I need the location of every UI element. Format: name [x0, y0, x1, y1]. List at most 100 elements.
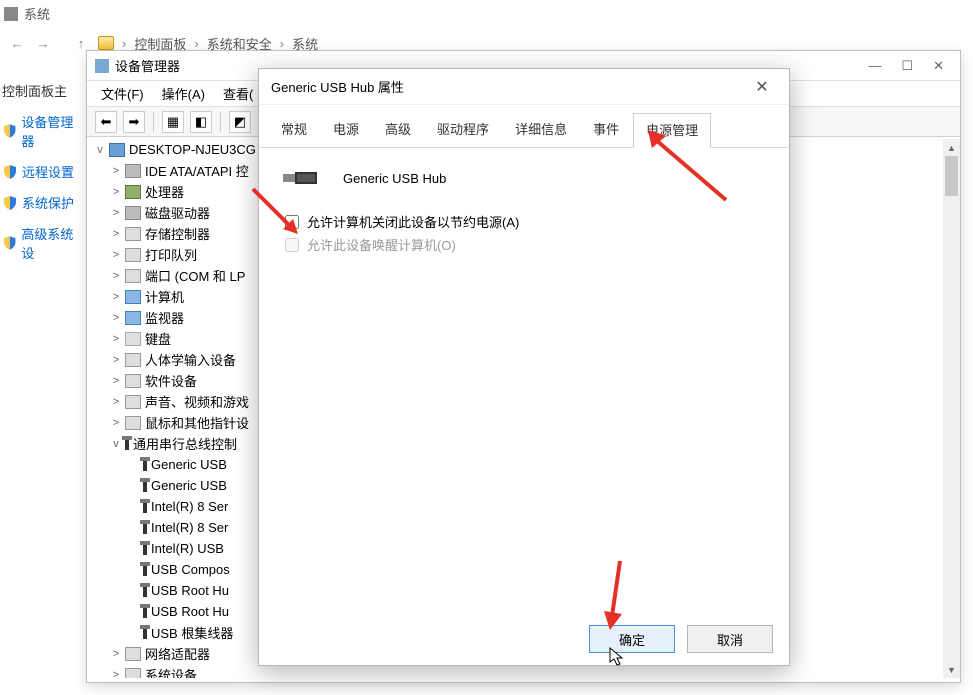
- device-icon: [125, 248, 141, 262]
- twisty-icon[interactable]: v: [95, 144, 105, 156]
- twisty-icon[interactable]: >: [111, 375, 121, 387]
- scroll-thumb[interactable]: [945, 156, 958, 196]
- tree-leaf[interactable]: Generic USB: [93, 454, 263, 475]
- tab-events[interactable]: 事件: [581, 113, 631, 147]
- maximize-icon[interactable]: ☐: [901, 58, 913, 74]
- device-tree[interactable]: v DESKTOP-NJEU3CG >IDE ATA/ATAPI 控>处理器>磁…: [93, 139, 263, 678]
- ok-button[interactable]: 确定: [589, 625, 675, 653]
- tree-label: USB Root Hu: [151, 583, 229, 598]
- tree-label: 人体学输入设备: [145, 350, 236, 369]
- sidebar-item-home[interactable]: 控制面板主: [0, 75, 86, 106]
- twisty-icon[interactable]: >: [111, 396, 121, 408]
- twisty-icon[interactable]: >: [111, 270, 121, 282]
- tree-leaf[interactable]: USB Root Hu: [93, 601, 263, 622]
- tree-leaf[interactable]: USB Root Hu: [93, 580, 263, 601]
- tree-node[interactable]: >端口 (COM 和 LP: [93, 265, 263, 286]
- tree-leaf[interactable]: Intel(R) USB: [93, 538, 263, 559]
- tb-back[interactable]: ⬅: [95, 111, 117, 133]
- tb-btn[interactable]: ◧: [190, 111, 212, 133]
- twisty-icon[interactable]: >: [111, 333, 121, 345]
- tree-leaf[interactable]: Intel(R) 8 Ser: [93, 496, 263, 517]
- tab-details[interactable]: 详细信息: [503, 113, 579, 147]
- twisty-icon[interactable]: >: [111, 648, 121, 660]
- nav-fwd-icon[interactable]: →: [34, 36, 52, 51]
- bread-sep: ›: [122, 36, 126, 51]
- device-icon: [125, 395, 141, 409]
- minimize-icon[interactable]: —: [868, 58, 881, 74]
- device-icon: [125, 353, 141, 367]
- twisty-icon[interactable]: v: [111, 438, 121, 450]
- tb-btn[interactable]: ▦: [162, 111, 184, 133]
- tree-leaf[interactable]: USB 根集线器: [93, 622, 263, 643]
- tree-node[interactable]: > 监视器: [93, 307, 263, 328]
- twisty-icon[interactable]: >: [111, 165, 121, 177]
- twisty-icon[interactable]: >: [111, 249, 121, 261]
- sidebar-item-remote[interactable]: 远程设置: [0, 156, 86, 187]
- scroll-down-icon[interactable]: ▼: [943, 661, 960, 678]
- tree-label: USB Root Hu: [151, 604, 229, 619]
- devmgr-icon: [95, 59, 109, 73]
- tree-node[interactable]: >软件设备: [93, 370, 263, 391]
- twisty-icon[interactable]: >: [111, 186, 121, 198]
- tab-driver[interactable]: 驱动程序: [425, 113, 501, 147]
- twisty-icon[interactable]: >: [111, 669, 121, 679]
- close-icon[interactable]: ✕: [747, 77, 777, 97]
- sidebar-item-advanced[interactable]: 高级系统设: [0, 218, 86, 268]
- menu-view[interactable]: 查看(: [223, 84, 253, 103]
- tree-label: 计算机: [145, 287, 184, 306]
- tree-node[interactable]: v通用串行总线控制: [93, 433, 263, 454]
- bread-sep: ›: [280, 36, 284, 51]
- checkbox-allow-off[interactable]: 允许计算机关闭此设备以节约电源(A): [285, 212, 771, 231]
- tree-node[interactable]: >打印队列: [93, 244, 263, 265]
- scrollbar[interactable]: ▲ ▼: [943, 139, 960, 678]
- menu-file[interactable]: 文件(F): [101, 84, 144, 103]
- twisty-icon[interactable]: >: [111, 207, 121, 219]
- tree-node[interactable]: >系统设备: [93, 664, 263, 678]
- twisty-icon[interactable]: >: [111, 354, 121, 366]
- device-name: Generic USB Hub: [343, 171, 446, 186]
- tree-node[interactable]: >网络适配器: [93, 643, 263, 664]
- dialog-title: Generic USB Hub 属性: [271, 77, 404, 96]
- close-icon[interactable]: ✕: [933, 58, 944, 74]
- menu-action[interactable]: 操作(A): [162, 84, 205, 103]
- tree-leaf[interactable]: Generic USB: [93, 475, 263, 496]
- tree-leaf[interactable]: USB Compos: [93, 559, 263, 580]
- tree-root[interactable]: v DESKTOP-NJEU3CG: [93, 139, 263, 160]
- twisty-icon[interactable]: >: [111, 417, 121, 429]
- twisty-icon[interactable]: >: [111, 228, 121, 240]
- tree-label: 监视器: [145, 308, 184, 327]
- tree-node[interactable]: > 计算机: [93, 286, 263, 307]
- sidebar-item-devmgr[interactable]: 设备管理器: [0, 106, 86, 156]
- tree-node[interactable]: >声音、视频和游戏: [93, 391, 263, 412]
- nav-up-icon[interactable]: ↑: [72, 36, 90, 51]
- tree-node[interactable]: >处理器: [93, 181, 263, 202]
- tree-node[interactable]: >存储控制器: [93, 223, 263, 244]
- tree-label: Intel(R) 8 Ser: [151, 520, 228, 535]
- usb-plug-icon: [283, 166, 319, 190]
- tree-node[interactable]: > 人体学输入设备: [93, 349, 263, 370]
- device-icon: [125, 311, 141, 325]
- cancel-button[interactable]: 取消: [687, 625, 773, 653]
- tree-node[interactable]: >磁盘驱动器: [93, 202, 263, 223]
- tree-leaf[interactable]: Intel(R) 8 Ser: [93, 517, 263, 538]
- tab-power[interactable]: 电源: [321, 113, 371, 147]
- tree-node[interactable]: >键盘: [93, 328, 263, 349]
- tab-power-mgmt[interactable]: 电源管理: [633, 113, 711, 148]
- dialog-titlebar: Generic USB Hub 属性 ✕: [259, 69, 789, 105]
- sidebar-item-protect[interactable]: 系统保护: [0, 187, 86, 218]
- checkbox-input[interactable]: [285, 215, 299, 229]
- twisty-icon[interactable]: >: [111, 291, 121, 303]
- usb-icon: [143, 543, 147, 555]
- tree-node[interactable]: >IDE ATA/ATAPI 控: [93, 160, 263, 181]
- cancel-label: 取消: [717, 630, 743, 649]
- twisty-icon[interactable]: >: [111, 312, 121, 324]
- system-sidebar: 控制面板主 设备管理器 远程设置 系统保护 高级系统设: [0, 75, 86, 268]
- tab-general[interactable]: 常规: [269, 113, 319, 147]
- scroll-up-icon[interactable]: ▲: [943, 139, 960, 156]
- tb-btn[interactable]: ◩: [229, 111, 251, 133]
- tree-node[interactable]: >鼠标和其他指针设: [93, 412, 263, 433]
- tab-advanced[interactable]: 高级: [373, 113, 423, 147]
- checkbox-allow-wake: 允许此设备唤醒计算机(O): [285, 235, 771, 254]
- tb-fwd[interactable]: ➡: [123, 111, 145, 133]
- nav-back-icon[interactable]: ←: [8, 36, 26, 51]
